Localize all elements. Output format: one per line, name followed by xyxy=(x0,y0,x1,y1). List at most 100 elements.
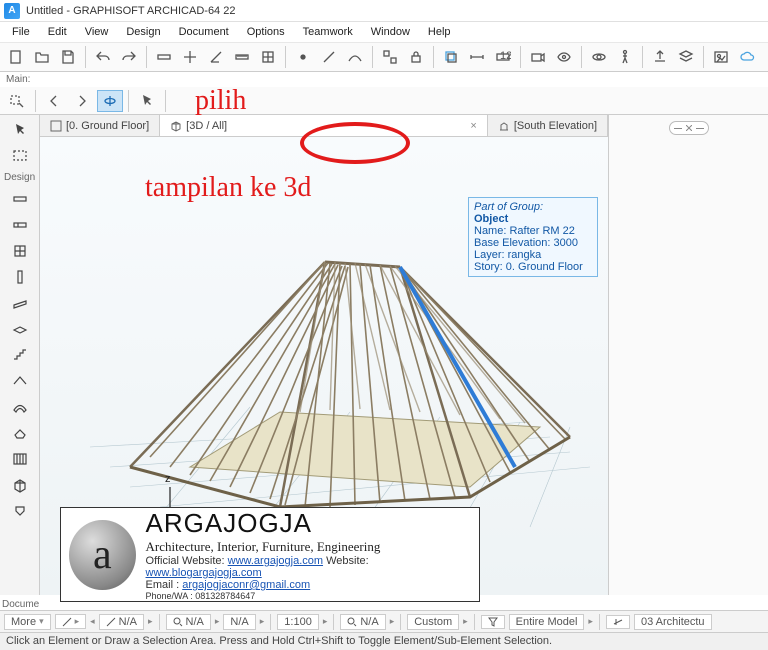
eye-icon[interactable] xyxy=(552,45,576,69)
separator xyxy=(703,46,704,68)
walk-icon[interactable] xyxy=(613,45,637,69)
chevron-right-icon[interactable]: ▸ xyxy=(588,616,593,627)
element-info-tooltip: Part of Group: Object Name: Rafter RM 22… xyxy=(468,197,598,277)
more-button[interactable]: More ▾ xyxy=(4,614,51,630)
entire-model-chip[interactable]: Entire Model xyxy=(509,614,585,630)
cutplane-icon[interactable] xyxy=(606,615,630,629)
arrow-tool-icon[interactable] xyxy=(134,90,160,112)
point-icon[interactable] xyxy=(291,45,315,69)
menu-view[interactable]: View xyxy=(77,24,117,40)
prev-icon[interactable] xyxy=(41,90,67,112)
menu-window[interactable]: Window xyxy=(363,24,418,40)
docume-label: Docume xyxy=(2,599,39,610)
separator xyxy=(474,614,475,630)
dash-icon xyxy=(674,128,682,129)
camera-icon[interactable] xyxy=(526,45,550,69)
tab-label: [0. Ground Floor] xyxy=(66,120,149,132)
orbit-icon[interactable] xyxy=(587,45,611,69)
chevron-right-icon[interactable]: ▸ xyxy=(215,616,220,627)
stair-tool-icon[interactable] xyxy=(6,343,34,367)
filter-icon[interactable] xyxy=(481,615,505,629)
menu-help[interactable]: Help xyxy=(420,24,459,40)
chevron-left-icon[interactable]: ◂ xyxy=(90,616,95,627)
redo-icon[interactable] xyxy=(117,45,141,69)
trace-ref-icon[interactable] xyxy=(439,45,463,69)
arrow-select-icon[interactable] xyxy=(6,118,34,142)
menu-edit[interactable]: Edit xyxy=(40,24,75,40)
chevron-right-icon[interactable]: ▸ xyxy=(323,616,328,627)
tooltip-elev: Base Elevation: 3000 xyxy=(474,237,592,249)
menu-options[interactable]: Options xyxy=(239,24,293,40)
menu-document[interactable]: Document xyxy=(171,24,237,40)
panel-collapse-toggle[interactable] xyxy=(669,121,709,135)
morph-tool-icon[interactable] xyxy=(6,473,34,497)
publish-icon[interactable] xyxy=(648,45,672,69)
open-folder-icon[interactable] xyxy=(30,45,54,69)
suspend-group-icon[interactable] xyxy=(378,45,402,69)
watermark-tagline: Architecture, Interior, Furniture, Engin… xyxy=(146,539,471,555)
object-tool-icon[interactable] xyxy=(6,499,34,523)
chevron-right-icon[interactable]: ▸ xyxy=(148,616,153,627)
link-site2[interactable]: www.blogargajogja.com xyxy=(146,567,262,579)
orbit-mode-icon[interactable] xyxy=(97,90,123,112)
link-email[interactable]: argajogjaconr@gmail.com xyxy=(182,579,310,591)
menu-design[interactable]: Design xyxy=(118,24,168,40)
tooltip-story: Story: 0. Ground Floor xyxy=(474,261,592,273)
skylight-tool-icon[interactable] xyxy=(6,421,34,445)
marquee-icon[interactable] xyxy=(6,144,34,168)
window-tool-icon[interactable] xyxy=(6,239,34,263)
roof-tool-icon[interactable] xyxy=(6,369,34,393)
separator xyxy=(333,614,334,630)
cloud-icon[interactable] xyxy=(735,45,759,69)
snap-angle-icon[interactable] xyxy=(204,45,228,69)
app-logo-icon: A xyxy=(4,3,20,19)
wall-icon[interactable] xyxy=(152,45,176,69)
curtainwall-tool-icon[interactable] xyxy=(6,447,34,471)
scale-chip[interactable]: 1:100 xyxy=(277,614,319,630)
pen-left-icon[interactable]: ▸ xyxy=(55,614,87,629)
link-site1[interactable]: www.argajogja.com xyxy=(228,555,323,567)
grid-snap-icon[interactable] xyxy=(256,45,280,69)
marquee-arrow-icon[interactable] xyxy=(4,90,30,112)
shell-tool-icon[interactable] xyxy=(6,395,34,419)
menu-file[interactable]: File xyxy=(4,24,38,40)
tab-ground-floor[interactable]: [0. Ground Floor] xyxy=(40,115,160,136)
close-tab-icon[interactable]: × xyxy=(470,120,476,132)
zoom-na1[interactable]: N/A xyxy=(166,614,211,630)
render-icon[interactable] xyxy=(709,45,733,69)
undo-icon[interactable] xyxy=(91,45,115,69)
tab-label: [3D / All] xyxy=(186,120,227,132)
beam-tool-icon[interactable] xyxy=(6,291,34,315)
edge-icon[interactable] xyxy=(317,45,341,69)
column-tool-icon[interactable] xyxy=(6,265,34,289)
save-icon[interactable] xyxy=(56,45,80,69)
tab-south-elevation[interactable]: [South Elevation] xyxy=(488,115,608,136)
chevron-right-icon[interactable]: ▸ xyxy=(260,616,265,627)
zoom-na2[interactable]: N/A xyxy=(223,614,255,630)
slab-tool-icon[interactable] xyxy=(6,317,34,341)
main-toolbar: 12 xyxy=(0,42,768,72)
layer-icon[interactable] xyxy=(674,45,698,69)
chevron-right-icon[interactable]: ▸ xyxy=(390,616,395,627)
separator xyxy=(599,614,600,630)
measure-icon[interactable] xyxy=(465,45,489,69)
snap-perp-icon[interactable] xyxy=(178,45,202,69)
zoom-na3[interactable]: N/A xyxy=(340,614,385,630)
door-tool-icon[interactable] xyxy=(6,213,34,237)
chevron-right-icon[interactable]: ▸ xyxy=(463,616,468,627)
scissors-icon xyxy=(686,125,692,131)
new-file-icon[interactable] xyxy=(4,45,28,69)
ruler-icon[interactable] xyxy=(230,45,254,69)
custom-chip[interactable]: Custom xyxy=(407,614,459,630)
tab-3d-all[interactable]: [3D / All] × xyxy=(160,115,488,136)
curve-icon[interactable] xyxy=(343,45,367,69)
dimension-icon[interactable]: 12 xyxy=(491,45,515,69)
next-icon[interactable] xyxy=(69,90,95,112)
arch-chip[interactable]: 03 Architectu xyxy=(634,614,712,630)
wall-tool-icon[interactable] xyxy=(6,187,34,211)
view-tabs: [0. Ground Floor] [3D / All] × [South El… xyxy=(40,115,608,137)
separator xyxy=(285,46,286,68)
menu-teamwork[interactable]: Teamwork xyxy=(295,24,361,40)
lock-icon[interactable] xyxy=(404,45,428,69)
pen-mid-icon[interactable]: N/A xyxy=(99,614,144,630)
